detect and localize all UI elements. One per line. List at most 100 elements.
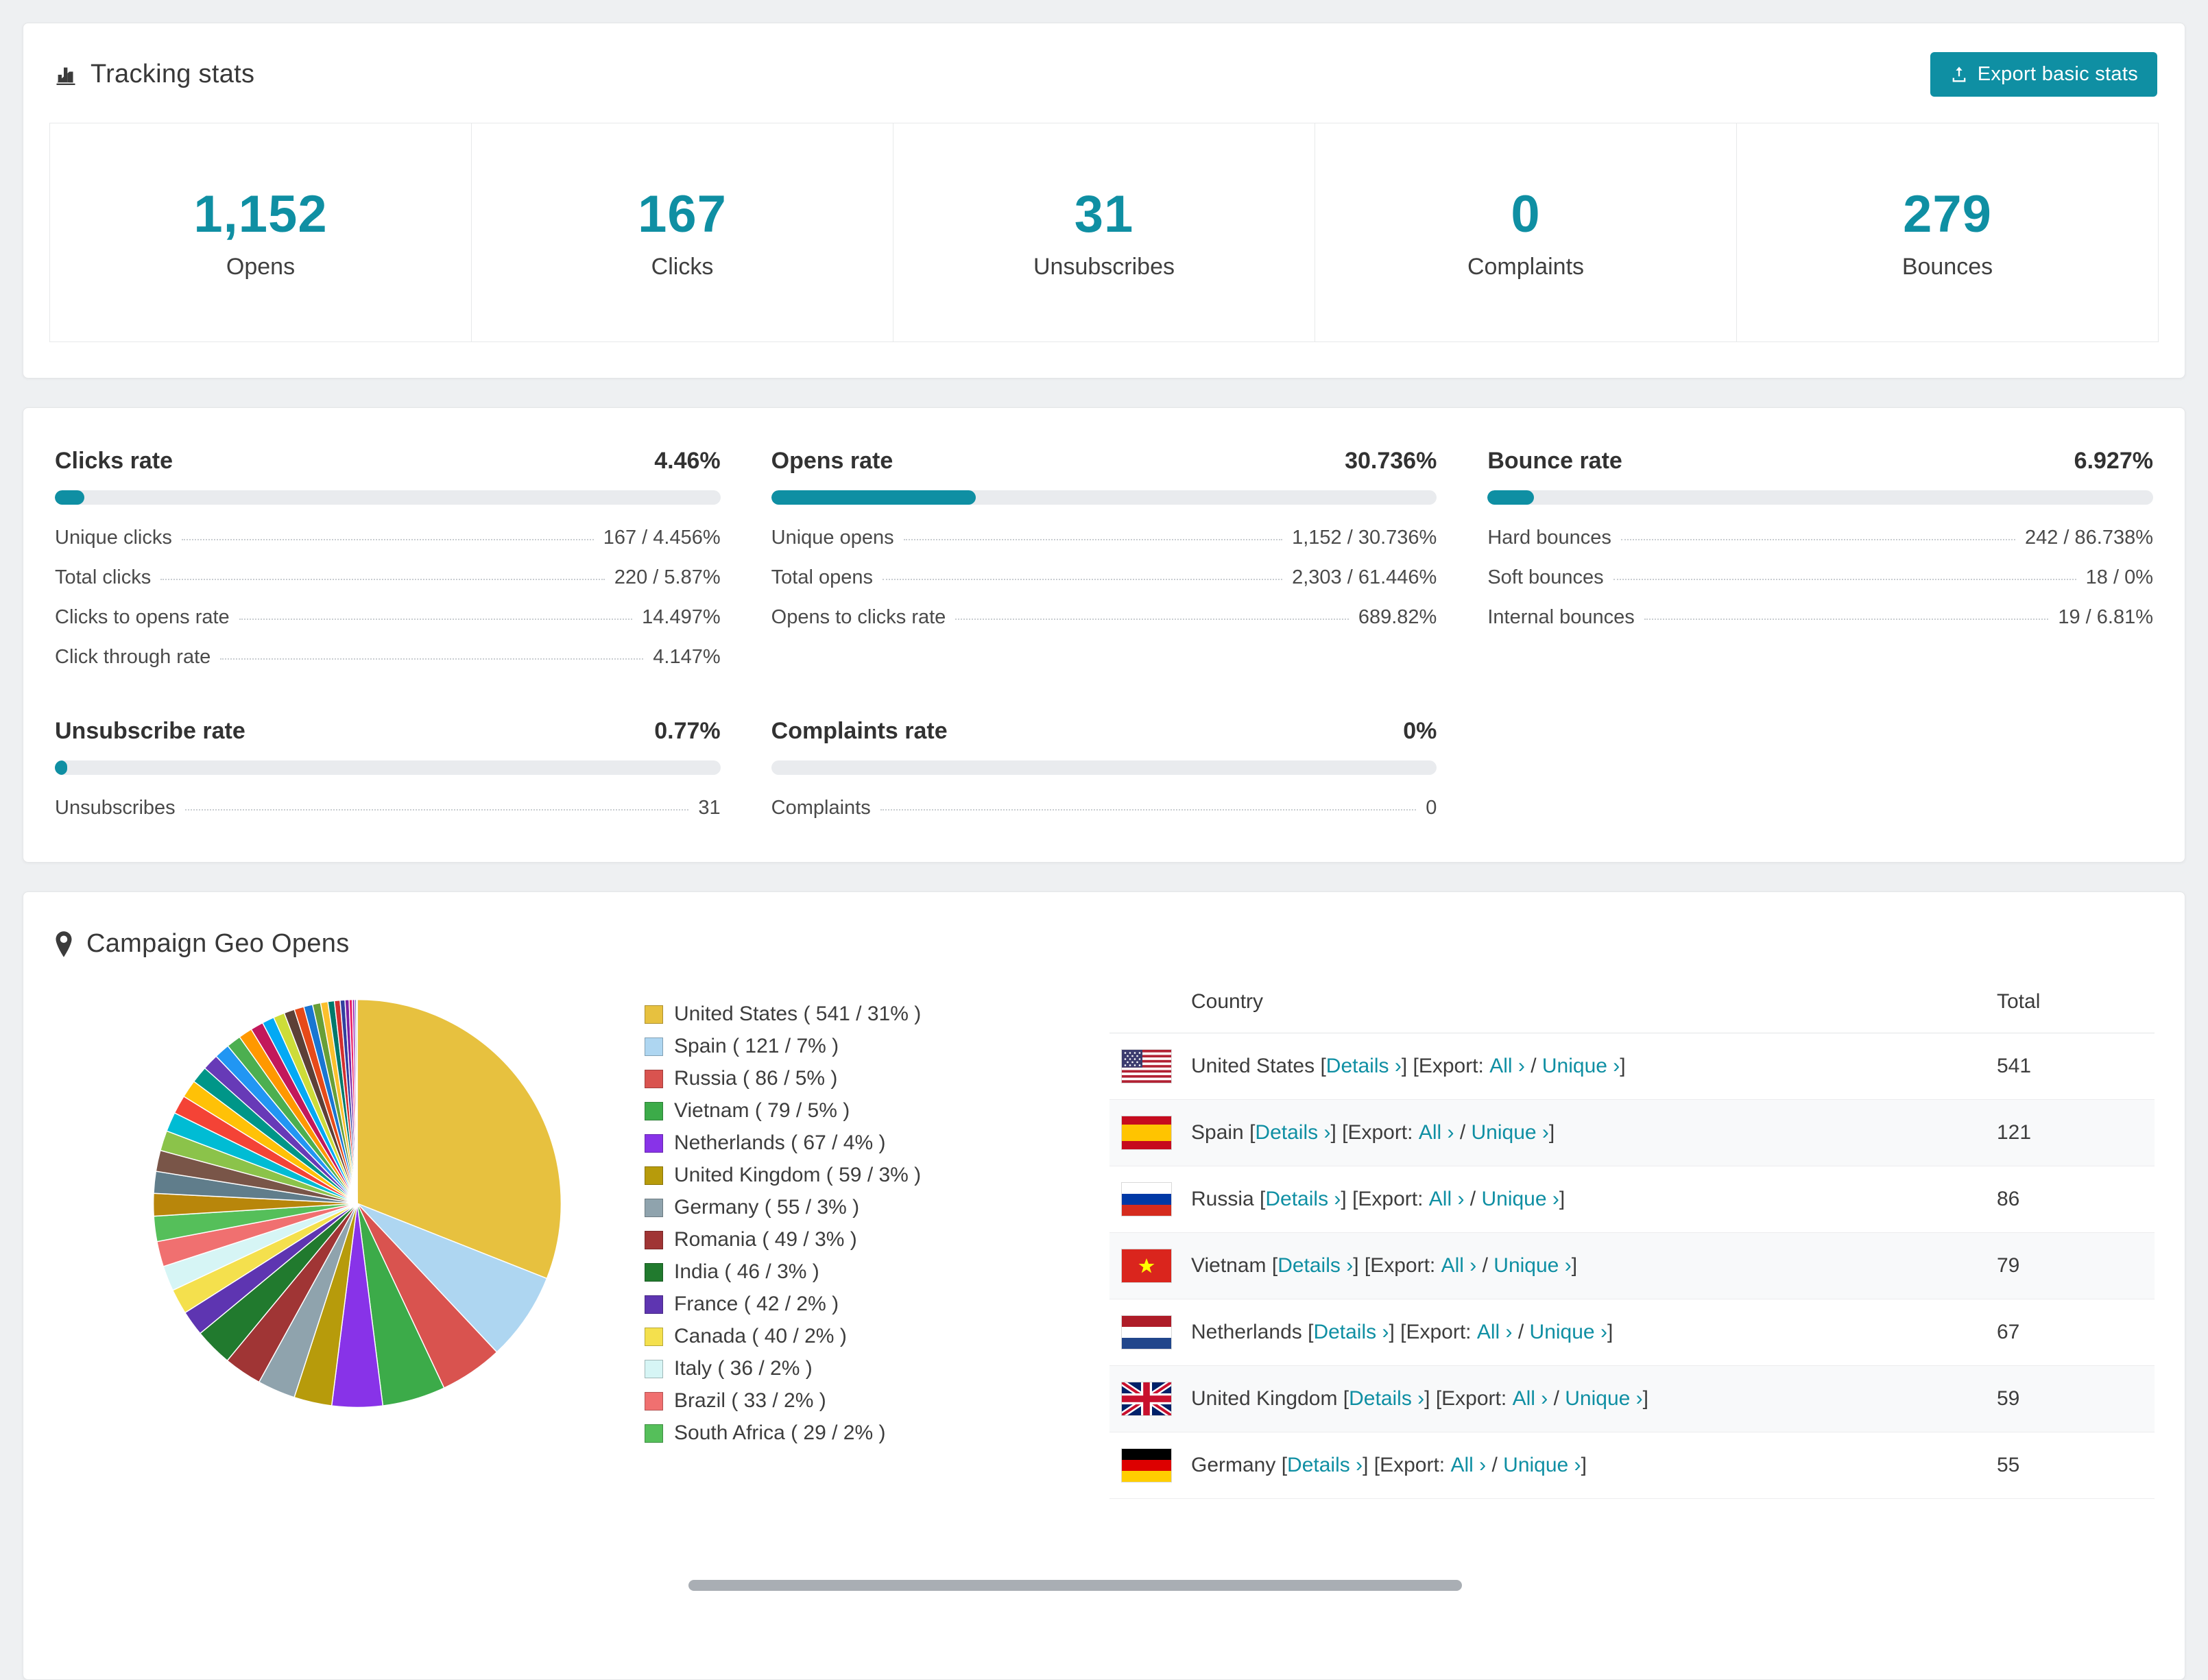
stat-value: 167 [638, 185, 727, 243]
geo-pie-chart [152, 998, 562, 1408]
total-column-header: Total [1997, 990, 2041, 1013]
legend-item[interactable]: Germany ( 55 / 3% ) [645, 1196, 1029, 1219]
stat-label: Complaints [1467, 254, 1585, 280]
details-link[interactable]: Details › [1255, 1121, 1330, 1144]
export-unique-link[interactable]: Unique › [1493, 1254, 1571, 1277]
details-link[interactable]: Details › [1277, 1254, 1353, 1277]
rate-detail-value: 1,152 / 30.736% [1292, 527, 1437, 549]
country-total: 55 [1997, 1454, 2020, 1476]
legend-item[interactable]: Spain ( 121 / 7% ) [645, 1035, 1029, 1058]
export-all-link[interactable]: All › [1419, 1121, 1454, 1144]
export-all-link[interactable]: All › [1489, 1055, 1525, 1078]
country-name: Germany [1191, 1454, 1276, 1476]
rate-section-unsubscribe: Unsubscribe rate 0.77% Unsubscribes 31 [55, 718, 721, 819]
geo-table-row: Germany [Details ›] [Export: All › / Uni… [1109, 1432, 2155, 1499]
export-all-link[interactable]: All › [1450, 1454, 1486, 1477]
rate-title: Bounce rate [1487, 448, 1622, 474]
legend-item[interactable]: Russia ( 86 / 5% ) [645, 1067, 1029, 1090]
legend-item[interactable]: Romania ( 49 / 3% ) [645, 1228, 1029, 1251]
rate-detail-value: 14.497% [642, 606, 721, 628]
export-unique-link[interactable]: Unique › [1472, 1121, 1549, 1144]
legend-item[interactable]: Netherlands ( 67 / 4% ) [645, 1131, 1029, 1155]
details-link[interactable]: Details › [1265, 1188, 1341, 1211]
rate-title: Unsubscribe rate [55, 718, 245, 744]
stat-value: 1,152 [193, 185, 328, 243]
rate-rows: Unsubscribes 31 [55, 797, 721, 819]
rate-detail-row: Click through rate 4.147% [55, 646, 721, 669]
details-link[interactable]: Details › [1287, 1454, 1363, 1477]
horizontal-scrollbar-thumb[interactable] [688, 1580, 1462, 1591]
dotted-leader [880, 809, 1417, 811]
geo-table-row: United States [Details ›] [Export: All ›… [1109, 1033, 2155, 1100]
legend-item[interactable]: Italy ( 36 / 2% ) [645, 1357, 1029, 1380]
progress-fill [55, 760, 67, 775]
legend-label: United Kingdom ( 59 / 3% ) [674, 1164, 922, 1186]
legend-item[interactable]: Vietnam ( 79 / 5% ) [645, 1099, 1029, 1123]
rate-value: 4.46% [654, 448, 721, 474]
legend-swatch [645, 1037, 663, 1056]
rate-detail-value: 689.82% [1358, 606, 1437, 628]
pie-legend: United States ( 541 / 31% ) Spain ( 121 /… [645, 1003, 1029, 1454]
rate-detail-row: Unique opens 1,152 / 30.736% [771, 527, 1437, 549]
rate-value: 0% [1403, 718, 1437, 744]
legend-item[interactable]: France ( 42 / 2% ) [645, 1293, 1029, 1316]
export-all-link[interactable]: All › [1477, 1321, 1513, 1344]
dotted-leader [160, 579, 605, 580]
country-name: Vietnam [1191, 1254, 1267, 1277]
rate-detail-label: Unique clicks [55, 527, 172, 549]
country-column-header: Country [1191, 990, 1264, 1013]
stat-bounces: 279 Bounces [1736, 123, 2159, 342]
geo-opens-title: Campaign Geo Opens [86, 929, 350, 958]
rate-detail-label: Unsubscribes [55, 797, 176, 819]
export-basic-stats-button[interactable]: Export basic stats [1930, 52, 2157, 97]
legend-label: Brazil ( 33 / 2% ) [674, 1389, 826, 1412]
legend-item[interactable]: United Kingdom ( 59 / 3% ) [645, 1164, 1029, 1187]
country-total: 59 [1997, 1387, 2020, 1410]
export-all-link[interactable]: All › [1441, 1254, 1477, 1277]
rate-detail-label: Total clicks [55, 566, 152, 588]
details-link[interactable]: Details › [1326, 1055, 1402, 1078]
rate-detail-value: 18 / 0% [2085, 566, 2153, 588]
details-link[interactable]: Details › [1313, 1321, 1389, 1344]
rate-rows: Unique clicks 167 / 4.456% Total clicks 220… [55, 527, 721, 669]
legend-item[interactable]: Brazil ( 33 / 2% ) [645, 1389, 1029, 1413]
rate-detail-label: Opens to clicks rate [771, 606, 946, 628]
export-all-link[interactable]: All › [1429, 1188, 1465, 1211]
export-unique-link[interactable]: Unique › [1530, 1321, 1607, 1344]
export-unique-link[interactable]: Unique › [1503, 1454, 1581, 1477]
country-total: 79 [1997, 1254, 2020, 1277]
progress-track [771, 490, 1437, 505]
tracking-stats-card: Tracking stats Export basic stats 1,152 … [23, 23, 2185, 379]
legend-item[interactable]: Canada ( 40 / 2% ) [645, 1325, 1029, 1348]
geo-table-row: Spain [Details ›] [Export: All › / Uniqu… [1109, 1100, 2155, 1166]
legend-item[interactable]: India ( 46 / 3% ) [645, 1260, 1029, 1284]
stat-value: 0 [1511, 185, 1541, 243]
flag-icon-us [1122, 1050, 1171, 1083]
legend-label: Netherlands ( 67 / 4% ) [674, 1131, 886, 1154]
legend-label: Vietnam ( 79 / 5% ) [674, 1099, 850, 1122]
rate-title: Complaints rate [771, 718, 948, 744]
dotted-leader [1644, 619, 2049, 620]
legend-swatch [645, 1359, 663, 1378]
progress-track [1487, 490, 2153, 505]
rate-detail-value: 220 / 5.87% [614, 566, 721, 588]
export-all-link[interactable]: All › [1513, 1387, 1548, 1411]
legend-item[interactable]: South Africa ( 29 / 2% ) [645, 1421, 1029, 1445]
tracking-stats-title: Tracking stats [91, 60, 255, 88]
progress-fill [771, 490, 976, 505]
details-link[interactable]: Details › [1349, 1387, 1424, 1411]
rate-detail-row: Internal bounces 19 / 6.81% [1487, 606, 2153, 629]
export-unique-link[interactable]: Unique › [1565, 1387, 1642, 1411]
export-unique-link[interactable]: Unique › [1542, 1055, 1620, 1078]
dotted-leader [184, 809, 689, 811]
legend-swatch [645, 1391, 663, 1411]
legend-swatch [645, 1262, 663, 1282]
stat-unsubscribes: 31 Unsubscribes [893, 123, 1315, 342]
export-unique-link[interactable]: Unique › [1481, 1188, 1559, 1211]
progress-track [55, 760, 721, 775]
location-pin-icon [53, 931, 74, 958]
legend-swatch [645, 1101, 663, 1120]
legend-item[interactable]: United States ( 541 / 31% ) [645, 1003, 1029, 1026]
geo-table-row: Vietnam [Details ›] [Export: All › / Uni… [1109, 1233, 2155, 1299]
country-name: Spain [1191, 1121, 1244, 1144]
